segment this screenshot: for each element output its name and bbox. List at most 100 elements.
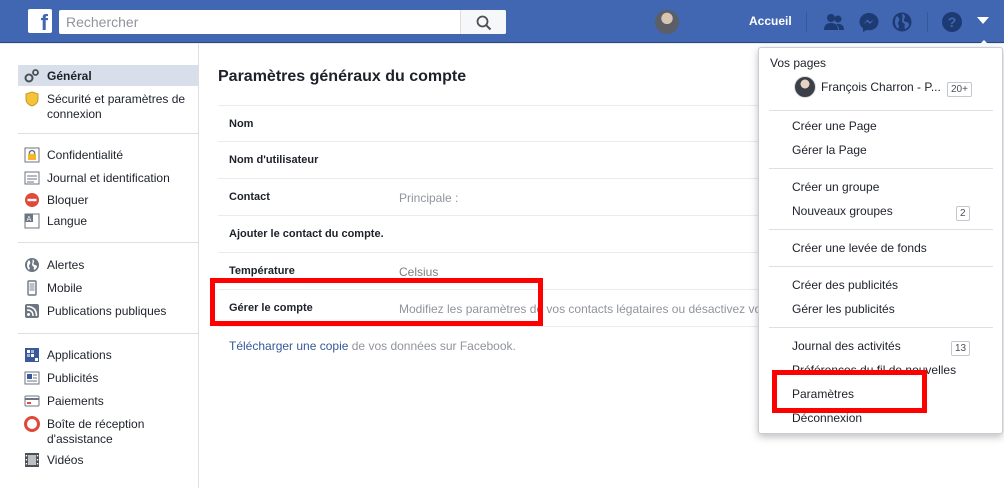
sidebar-item-general[interactable]: Général xyxy=(18,65,198,86)
menu-divider xyxy=(769,266,993,267)
sidebar-item-support-inbox[interactable]: Boîte de réception d'assistance xyxy=(18,413,198,449)
lock-icon xyxy=(24,147,40,163)
general-settings-panel: Paramètres généraux du compte Nom Nom d'… xyxy=(200,44,763,488)
rss-icon xyxy=(25,304,39,318)
sidebar-item-label: Général xyxy=(47,69,92,83)
sidebar-item-label: Publicités xyxy=(47,371,99,385)
sidebar-item-timeline[interactable]: Journal et identification xyxy=(18,167,198,188)
ads-icon xyxy=(24,371,40,385)
sidebar-item-label: Alertes xyxy=(47,258,85,272)
sidebar-item-ads[interactable]: Publicités xyxy=(18,367,198,388)
download-data-line: Télécharger une copie de vos données sur… xyxy=(229,339,516,353)
mobile-icon xyxy=(27,280,37,296)
sidebar-item-label: Confidentialité xyxy=(47,148,124,162)
sidebar-divider xyxy=(18,133,198,134)
svg-text:?: ? xyxy=(948,14,957,30)
settings-row-contact[interactable]: Contact Principale : xyxy=(218,179,763,216)
sidebar-item-public-posts[interactable]: Publications publiques xyxy=(18,300,198,321)
film-icon xyxy=(25,453,39,467)
page-count-badge: 20+ xyxy=(947,82,972,97)
language-icon: A xyxy=(24,213,40,229)
sidebar-item-label: Boîte de réception d'assistance xyxy=(47,417,145,446)
menu-item-manage-page[interactable]: Gérer la Page xyxy=(792,143,867,157)
svg-text:A: A xyxy=(27,216,32,223)
settings-row-username[interactable]: Nom d'utilisateur xyxy=(218,142,763,179)
apps-icon xyxy=(25,348,39,362)
menu-item-new-groups[interactable]: Nouveaux groupes xyxy=(792,204,893,218)
sidebar-item-label: Applications xyxy=(47,348,112,362)
facebook-logo-icon[interactable]: f xyxy=(28,9,52,33)
sidebar-item-label: Bloquer xyxy=(47,193,89,207)
search-icon xyxy=(476,15,492,31)
sidebar-item-label: Mobile xyxy=(47,281,83,295)
nav-divider xyxy=(927,12,928,32)
menu-item-manage-ads[interactable]: Gérer les publicités xyxy=(792,302,895,316)
gears-icon xyxy=(24,69,39,83)
shield-icon xyxy=(25,91,39,107)
sidebar-item-security[interactable]: Sécurité et paramètres de connexion xyxy=(18,88,198,124)
sidebar-item-label: Paiements xyxy=(47,394,104,408)
sidebar-item-payments[interactable]: Paiements xyxy=(18,390,198,411)
settings-sidebar: Général Sécurité et paramètres de connex… xyxy=(0,44,199,488)
card-icon xyxy=(24,395,40,407)
new-groups-count-badge: 2 xyxy=(956,206,970,221)
search-button[interactable] xyxy=(460,10,506,34)
sidebar-item-language[interactable]: A Langue xyxy=(18,210,198,231)
page-name-link[interactable]: François Charron - P... xyxy=(821,80,941,94)
menu-item-fundraiser[interactable]: Créer une levée de fonds xyxy=(792,241,927,255)
sidebar-item-label: Langue xyxy=(47,214,88,228)
download-copy-link[interactable]: Télécharger une copie xyxy=(229,339,348,353)
download-rest-text: de vos données sur Facebook. xyxy=(348,339,516,353)
help-icon[interactable]: ? xyxy=(941,11,963,33)
menu-divider xyxy=(769,229,993,230)
page-avatar[interactable] xyxy=(794,76,816,98)
sidebar-item-block[interactable]: Bloquer xyxy=(18,189,198,210)
menu-divider xyxy=(769,110,993,111)
sidebar-item-label: Vidéos xyxy=(47,453,84,467)
setting-value: Principale : xyxy=(399,191,459,205)
friend-requests-icon[interactable] xyxy=(823,11,845,33)
highlight-box xyxy=(210,278,543,326)
settings-row-add-contact[interactable]: Ajouter le contact du compte. xyxy=(218,216,763,253)
sidebar-item-label: Journal et identification xyxy=(47,171,170,185)
sidebar-divider xyxy=(18,242,198,243)
setting-label: Nom d'utilisateur xyxy=(229,154,319,166)
profile-avatar[interactable] xyxy=(655,10,679,34)
messenger-icon[interactable] xyxy=(858,11,880,33)
setting-value: Celsius xyxy=(399,265,439,279)
menu-item-logout[interactable]: Déconnexion xyxy=(792,411,862,425)
menu-item-activity-log[interactable]: Journal des activités xyxy=(792,339,901,353)
sidebar-item-label: Publications publiques xyxy=(47,304,167,318)
sidebar-item-privacy[interactable]: Confidentialité xyxy=(18,144,198,165)
setting-label: Ajouter le contact du compte. xyxy=(229,228,384,240)
profile-name-blurred[interactable] xyxy=(684,15,724,27)
globe-icon xyxy=(25,258,39,272)
page-title: Paramètres généraux du compte xyxy=(218,68,467,85)
menu-divider xyxy=(769,327,993,328)
sidebar-divider xyxy=(18,333,198,334)
top-bar: f Accueil ? xyxy=(0,0,1004,43)
block-icon xyxy=(25,193,39,207)
nav-divider xyxy=(806,12,807,32)
sidebar-item-notifications[interactable]: Alertes xyxy=(18,254,198,275)
home-link[interactable]: Accueil xyxy=(749,14,792,28)
search-input[interactable] xyxy=(59,10,459,34)
your-pages-heading: Vos pages xyxy=(770,56,827,70)
sidebar-item-videos[interactable]: Vidéos xyxy=(18,449,198,470)
sidebar-item-mobile[interactable]: Mobile xyxy=(18,277,198,298)
menu-item-create-page[interactable]: Créer une Page xyxy=(792,119,877,133)
settings-row-name[interactable]: Nom xyxy=(218,105,763,142)
search-box xyxy=(59,10,506,34)
setting-label: Contact xyxy=(229,191,270,203)
account-menu-chevron-icon[interactable] xyxy=(976,16,990,26)
activity-count-badge: 13 xyxy=(951,341,971,356)
menu-divider xyxy=(769,168,993,169)
menu-item-create-group[interactable]: Créer un groupe xyxy=(792,180,879,194)
menu-item-create-ads[interactable]: Créer des publicités xyxy=(792,278,898,292)
notifications-globe-icon[interactable] xyxy=(891,11,913,33)
sidebar-item-apps[interactable]: Applications xyxy=(18,344,198,365)
sidebar-item-label: Sécurité et paramètres de connexion xyxy=(47,92,186,121)
lifebuoy-icon xyxy=(24,416,40,432)
highlight-box xyxy=(772,370,927,413)
setting-label: Nom xyxy=(229,118,254,130)
